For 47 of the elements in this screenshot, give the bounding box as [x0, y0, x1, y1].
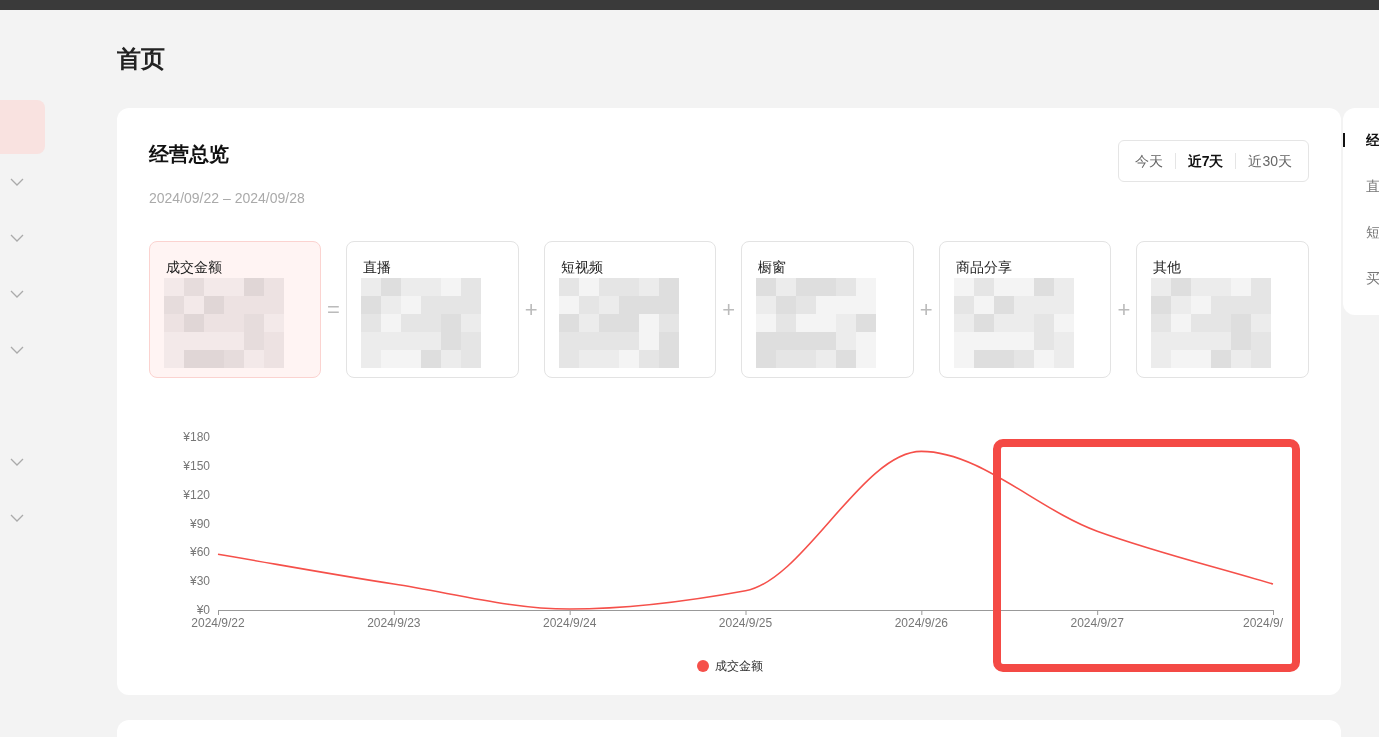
axis-tick-label: ¥120 — [183, 487, 210, 502]
operator-sign: + — [721, 296, 737, 323]
axis-tick-label: 2024/9/23 — [367, 616, 421, 630]
axis-tick-label: 2024/9/25 — [718, 616, 773, 630]
chevron-down-icon[interactable] — [10, 178, 24, 186]
operator-sign: + — [918, 296, 934, 323]
anchor-link[interactable]: 直 — [1366, 174, 1379, 198]
metric-card[interactable]: 直播 — [346, 241, 519, 378]
axis-tick-label: ¥0 — [196, 603, 210, 617]
chevron-down-icon[interactable] — [10, 290, 24, 298]
anchor-link[interactable]: 短 — [1366, 220, 1379, 244]
range-tab[interactable]: 近7天 — [1175, 141, 1236, 181]
axis-tick-label: ¥90 — [189, 516, 210, 531]
axis-tick-label: 2024/9/27 — [1070, 616, 1124, 630]
chevron-down-icon[interactable] — [10, 458, 24, 466]
axis-tick-label: 2024/9/26 — [894, 616, 949, 630]
metric-label: 短视频 — [560, 259, 603, 277]
date-range: 2024/09/22 – 2024/09/28 — [149, 190, 305, 206]
range-tab[interactable]: 今天 — [1122, 141, 1175, 181]
axis-tick-label: ¥30 — [189, 574, 210, 589]
axis-tick-label: 2024/9/22 — [191, 616, 245, 630]
metric-label: 商品分享 — [955, 259, 1012, 277]
axis-tick-label: ¥60 — [189, 545, 210, 560]
chevron-down-icon[interactable] — [10, 346, 24, 354]
operator-sign: + — [1116, 296, 1132, 323]
metric-label: 橱窗 — [758, 259, 787, 277]
metric-card[interactable]: 商品分享 — [938, 241, 1112, 378]
chevron-down-icon[interactable] — [10, 514, 24, 522]
operator-sign: + — [523, 296, 539, 323]
axis-tick-label: ¥180 — [183, 430, 210, 444]
section-title: 经营总览 — [149, 142, 230, 167]
metric-card[interactable]: 短视频 — [543, 241, 717, 378]
metric-label: 其他 — [1153, 259, 1182, 277]
operator-sign: = — [326, 296, 341, 323]
metric-card[interactable]: 橱窗 — [741, 241, 914, 378]
metric-card[interactable]: 其他 — [1136, 241, 1309, 378]
chevron-down-icon[interactable] — [10, 234, 24, 242]
page-title: 首页 — [117, 44, 165, 74]
axis-tick-label: 2024/9/24 — [542, 616, 597, 630]
axis-tick-label: ¥150 — [183, 458, 210, 473]
metric-label: 直播 — [363, 259, 391, 277]
metric-label: 成交金额 — [166, 259, 222, 277]
metric-card[interactable]: 成交金额 — [149, 241, 321, 378]
anchor-link[interactable]: 买 — [1366, 266, 1379, 290]
legend-label[interactable]: 成交金额 — [715, 659, 763, 673]
range-tab[interactable]: 近30天 — [1236, 141, 1304, 181]
axis-tick-label: 2024/9/ — [1243, 616, 1284, 630]
